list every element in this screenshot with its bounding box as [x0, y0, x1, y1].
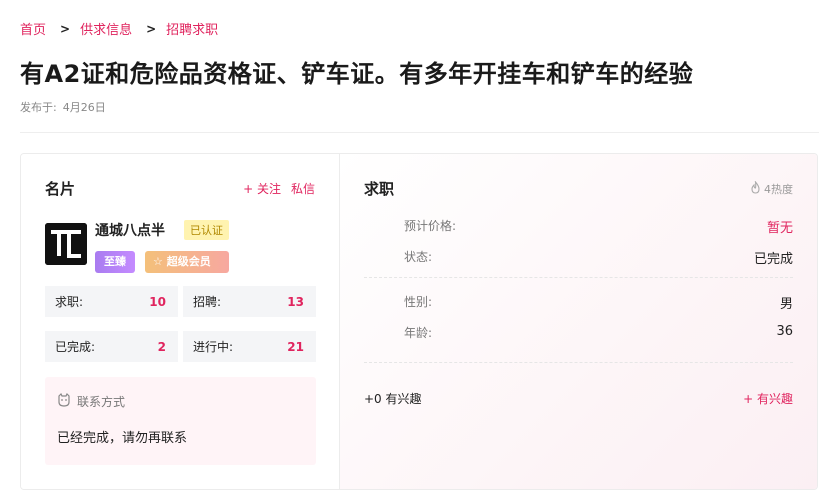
heat-indicator: 4热度 — [750, 180, 793, 197]
flame-icon — [750, 180, 761, 197]
breadcrumb-home[interactable]: 首页 — [20, 19, 46, 38]
job-heading: 求职 — [364, 180, 395, 198]
info-row-status: 状态: 已完成 — [404, 248, 793, 267]
info-row-gender: 性别: 男 — [404, 293, 793, 312]
info-value: 男 — [779, 297, 793, 312]
follow-button[interactable]: + 关注 — [243, 180, 281, 197]
dashed-divider — [364, 362, 793, 363]
info-row-price: 预计价格: 暂无 — [404, 217, 793, 236]
dashed-divider — [364, 277, 793, 278]
breadcrumb: 首页 > 供求信息 > 招聘求职 — [20, 19, 218, 39]
stat-label: 已完成: — [55, 340, 96, 354]
stat-job-seeking[interactable]: 求职: 10 — [45, 286, 178, 317]
business-card: 名片 + 关注 私信 通城八点半 已认证 至臻 ☆ 超级会员 求职: 10 招聘… — [21, 154, 340, 489]
contact-icon — [57, 392, 71, 410]
vip-badge: 至臻 — [95, 251, 135, 273]
contact-text: 已经完成，请勿再联系 — [57, 431, 188, 446]
card-heading: 名片 — [45, 180, 76, 198]
info-key: 年龄: — [404, 326, 433, 340]
stat-value: 10 — [149, 294, 166, 309]
info-key: 预计价格: — [404, 219, 457, 233]
interest-count: +0 有兴趣 — [364, 392, 422, 406]
stat-recruiting[interactable]: 招聘: 13 — [183, 286, 316, 317]
stat-value: 21 — [287, 339, 304, 354]
message-button[interactable]: 私信 — [291, 180, 315, 197]
info-key: 性别: — [404, 295, 433, 309]
stat-completed[interactable]: 已完成: 2 — [45, 331, 178, 362]
info-value: 已完成 — [753, 252, 793, 267]
contact-label: 联系方式 — [77, 395, 126, 409]
contact-box: 联系方式 已经完成，请勿再联系 — [45, 377, 316, 465]
stat-label: 进行中: — [193, 340, 234, 354]
breadcrumb-separator: > — [60, 21, 71, 36]
info-value: 36 — [776, 324, 793, 339]
publish-label: 发布于: — [20, 101, 57, 114]
stat-in-progress[interactable]: 进行中: 21 — [183, 331, 316, 362]
page-title: 有A2证和危险品资格证、铲车证。有多年开挂车和铲车的经验 — [20, 60, 694, 88]
divider — [20, 132, 819, 133]
job-info: 求职 4热度 预计价格: 暂无 状态: 已完成 性别: 男 年龄: 36 +0 … — [340, 154, 817, 489]
interest-button[interactable]: + 有兴趣 — [743, 390, 793, 407]
contact-heading: 联系方式 — [57, 392, 126, 410]
stat-label: 招聘: — [193, 295, 222, 309]
publish-info: 发布于: 4月26日 — [20, 99, 106, 115]
publish-date: 4月26日 — [62, 101, 106, 114]
detail-panel: 名片 + 关注 私信 通城八点半 已认证 至臻 ☆ 超级会员 求职: 10 招聘… — [20, 153, 818, 490]
verified-badge: 已认证 — [184, 220, 229, 240]
super-member-badge: ☆ 超级会员 — [145, 251, 229, 273]
info-value: 暂无 — [766, 221, 793, 236]
breadcrumb-recruitment[interactable]: 招聘求职 — [166, 19, 218, 38]
info-key: 状态: — [404, 250, 433, 264]
breadcrumb-supply-demand[interactable]: 供求信息 — [80, 19, 132, 38]
stat-value: 13 — [287, 294, 304, 309]
breadcrumb-separator: > — [146, 21, 157, 36]
stat-label: 求职: — [55, 295, 84, 309]
avatar[interactable] — [45, 223, 87, 265]
card-actions: + 关注 私信 — [243, 180, 315, 197]
heat-value: 4热度 — [764, 183, 793, 196]
user-name[interactable]: 通城八点半 — [95, 220, 165, 240]
stat-value: 2 — [157, 339, 166, 354]
info-row-age: 年龄: 36 — [404, 324, 793, 341]
